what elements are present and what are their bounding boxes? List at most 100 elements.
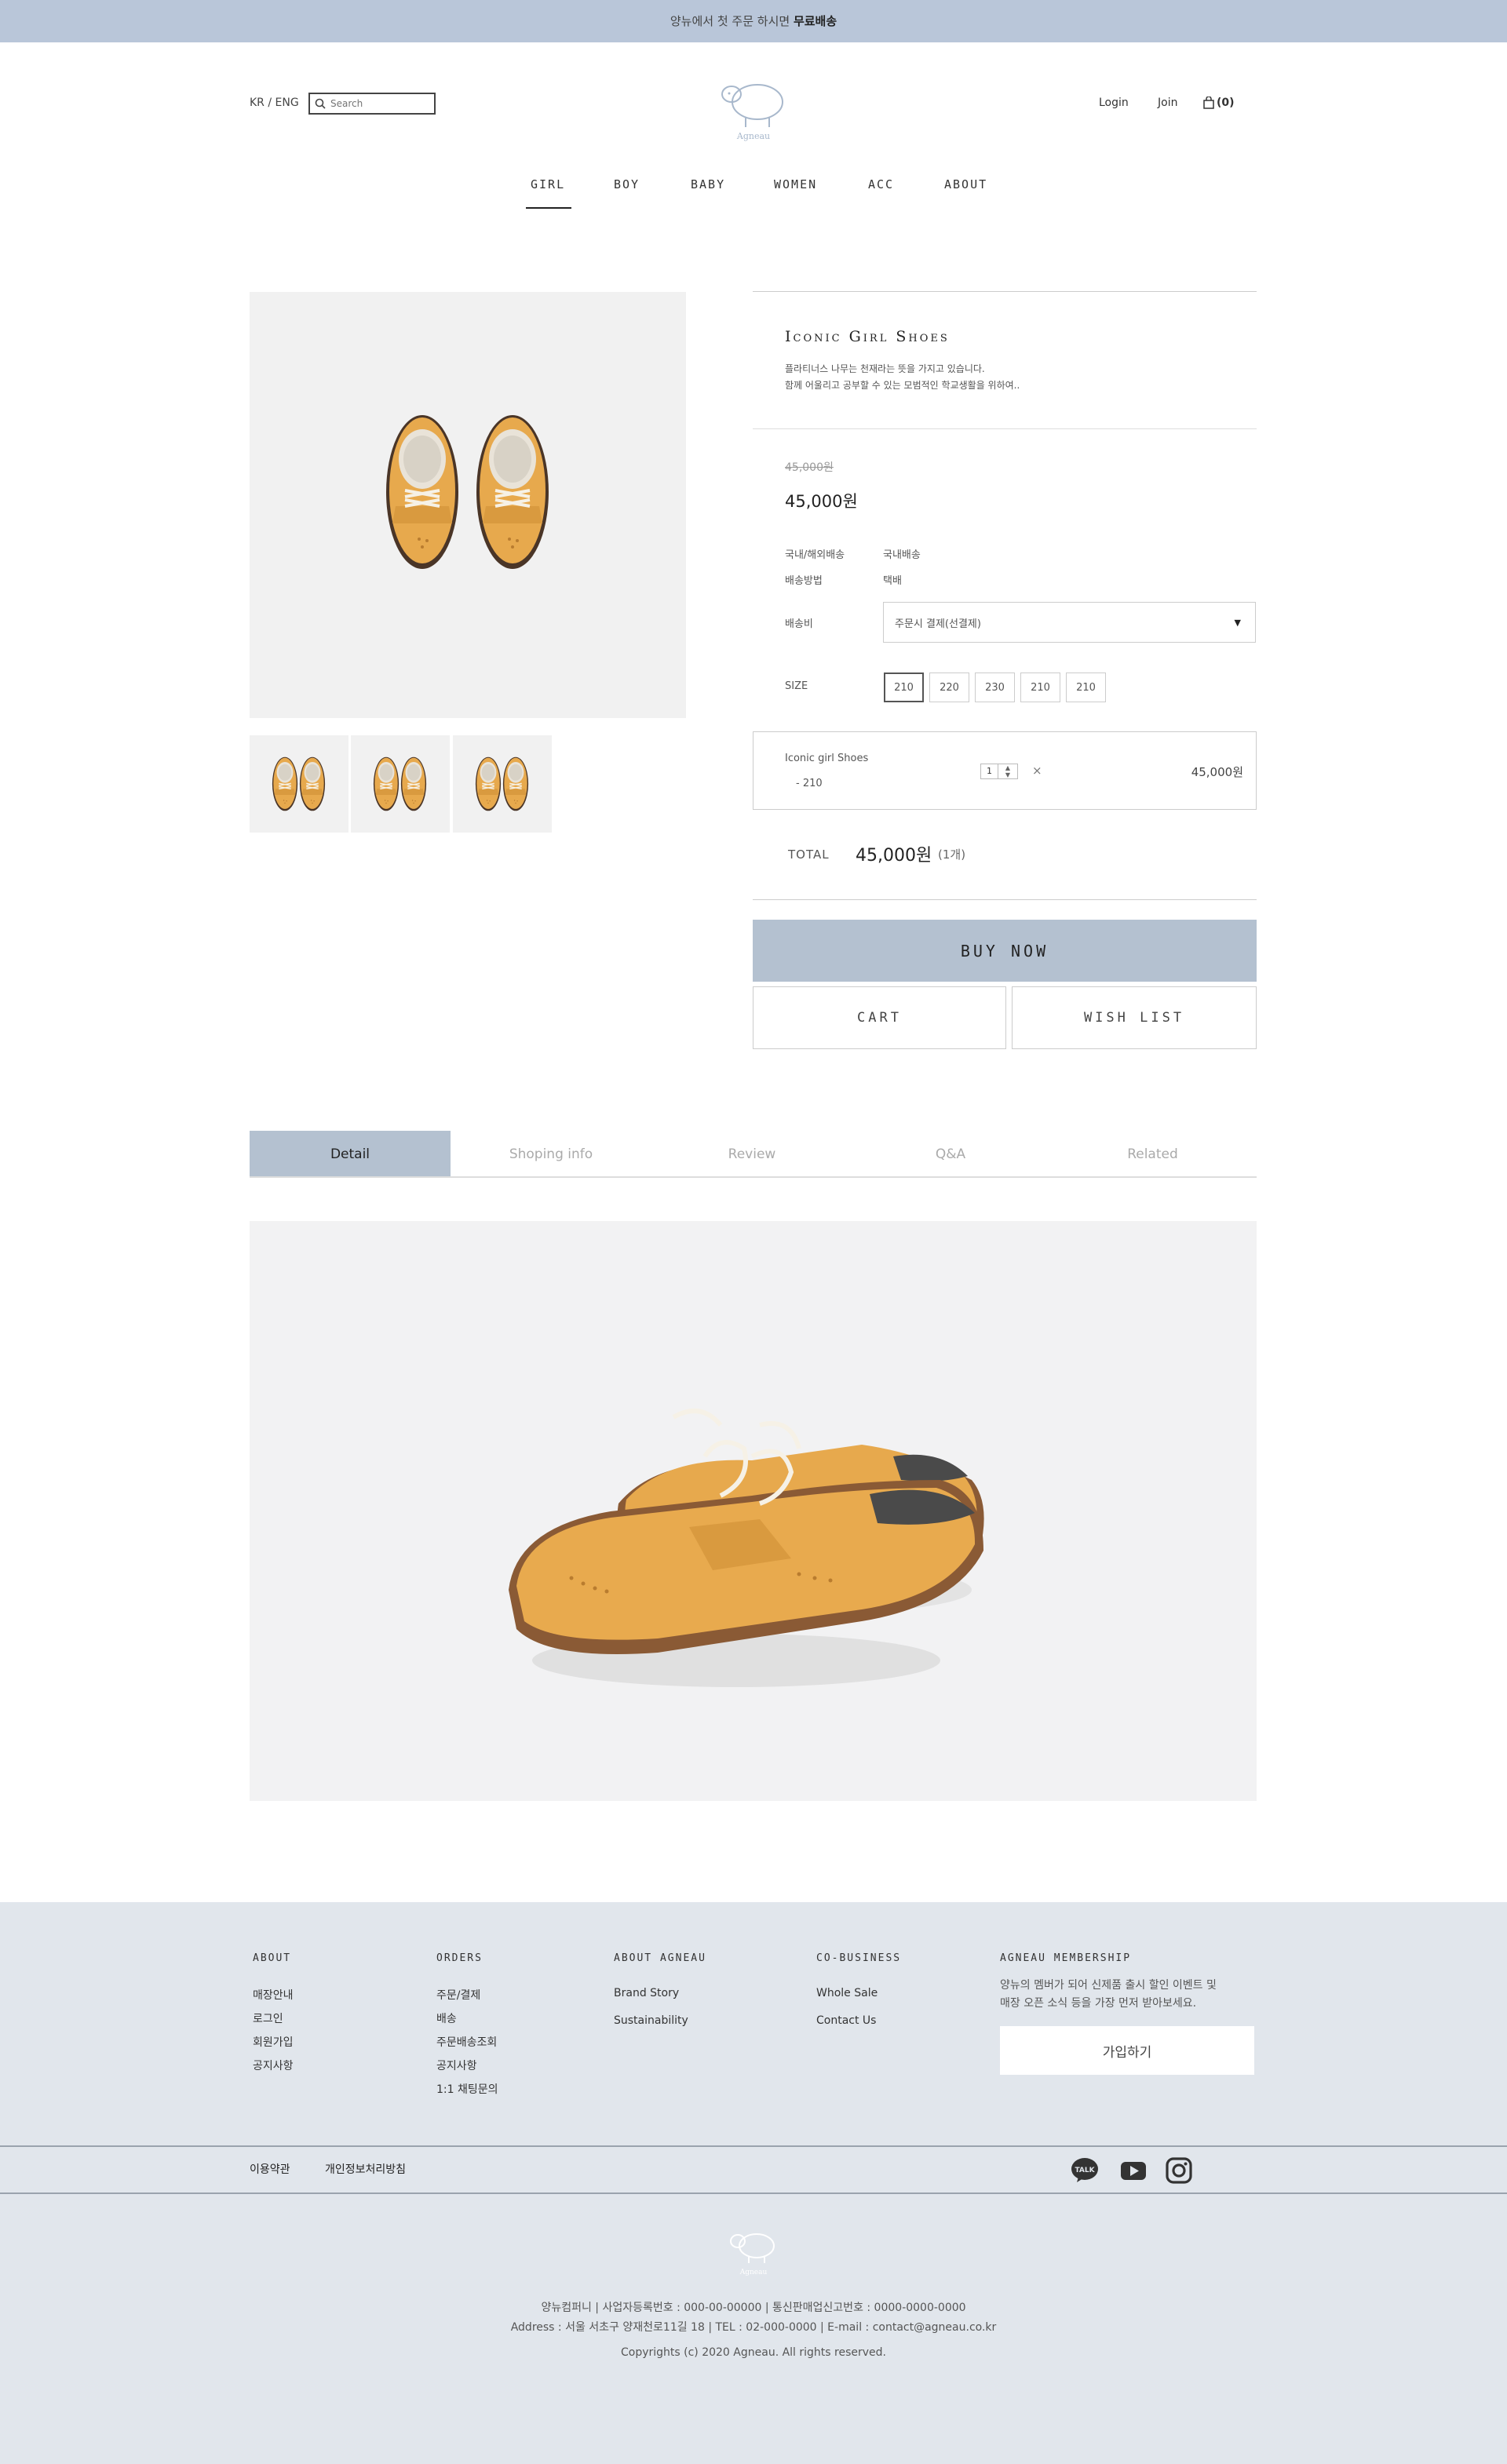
- total-count: (1개): [938, 847, 966, 862]
- original-price: 45,000원: [785, 461, 834, 474]
- footer-link[interactable]: 배송: [436, 2010, 457, 2026]
- shoe-pair-image: [385, 414, 550, 570]
- shipping-method-value: 택배: [883, 575, 902, 587]
- instagram-icon[interactable]: [1165, 2156, 1193, 2185]
- product-thumbnail[interactable]: [250, 735, 348, 833]
- sheep-logo-icon: Agneau: [730, 2233, 775, 2276]
- nav-girl[interactable]: GIRL: [525, 177, 572, 209]
- search-box[interactable]: [308, 93, 436, 115]
- language-switch[interactable]: KR / ENG: [250, 97, 299, 109]
- footer-link[interactable]: Contact Us: [816, 2014, 876, 2027]
- description-line: 플라티너스 나무는 천재라는 뜻을 가지고 있습니다.: [785, 363, 985, 374]
- nav-boy[interactable]: BOY: [614, 177, 640, 191]
- size-option[interactable]: 210: [1066, 672, 1106, 702]
- remove-option-button[interactable]: ×: [1032, 764, 1042, 778]
- tab-shopping-info[interactable]: Shoping info: [451, 1131, 651, 1176]
- company-info: 양뉴컴퍼니 | 사업자등록번호 : 000-00-00000 | 통신판매업신고…: [541, 2302, 966, 2314]
- description-line: 양뉴의 멤버가 되어 신제품 출시 할인 이벤트 및: [1000, 1979, 1217, 1992]
- wish-list-button[interactable]: WISH LIST: [1012, 986, 1257, 1049]
- increment-icon[interactable]: ▲: [998, 764, 1017, 771]
- tab-qna[interactable]: Q&A: [852, 1131, 1049, 1176]
- svg-text:Agneau: Agneau: [736, 131, 770, 141]
- search-input[interactable]: [330, 98, 432, 109]
- tab-related[interactable]: Related: [1049, 1131, 1257, 1176]
- cart-count: (0): [1217, 97, 1235, 109]
- quantity-value[interactable]: 1: [981, 764, 998, 778]
- footer-link[interactable]: 주문/결제: [436, 1987, 480, 2003]
- footer-link[interactable]: 주문배송조회: [436, 2034, 497, 2050]
- description-line: 함께 어울리고 공부할 수 있는 모범적인 학교생활을 위하여..: [785, 380, 1020, 391]
- terms-link[interactable]: 이용약관: [250, 2161, 290, 2177]
- buy-now-button[interactable]: BUY NOW: [753, 920, 1257, 982]
- product-tabs: Detail Shoping info Review Q&A Related: [250, 1131, 1257, 1178]
- size-option[interactable]: 210: [884, 672, 924, 702]
- size-option[interactable]: 210: [1020, 672, 1060, 702]
- shipping-fee-label: 배송비: [785, 618, 813, 630]
- divider: [0, 2192, 1507, 2194]
- quantity-stepper[interactable]: 1 ▲ ▼: [980, 764, 1018, 779]
- size-label: SIZE: [785, 680, 808, 692]
- login-link[interactable]: Login: [1099, 97, 1129, 109]
- footer-link[interactable]: 매장안내: [253, 1987, 294, 2003]
- nav-about[interactable]: ABOUT: [944, 177, 987, 191]
- triangle-down-icon: ▼: [1234, 617, 1241, 628]
- svg-text:Agneau: Agneau: [739, 2269, 768, 2276]
- footer-link[interactable]: 공지사항: [436, 2058, 477, 2073]
- option-name: Iconic girl Shoes: [785, 753, 869, 764]
- divider: [753, 428, 1257, 429]
- option-price: 45,000원: [1191, 765, 1243, 779]
- footer-link[interactable]: 공지사항: [253, 2058, 294, 2073]
- footer-link[interactable]: Sustainability: [614, 2014, 688, 2027]
- nav-acc[interactable]: ACC: [868, 177, 894, 191]
- divider: [753, 291, 1257, 292]
- youtube-icon[interactable]: [1119, 2156, 1148, 2185]
- product-detail-image: [250, 1221, 1257, 1801]
- product-main-image[interactable]: [250, 292, 686, 718]
- size-option[interactable]: 230: [975, 672, 1015, 702]
- privacy-link[interactable]: 개인정보처리방침: [325, 2161, 406, 2177]
- product-description: 플라티너스 나무는 천재라는 뜻을 가지고 있습니다. 함께 어울리고 공부할 …: [785, 361, 1020, 394]
- footer-co-business-title: CO-BUSINESS: [816, 1952, 902, 1964]
- product-thumbnail[interactable]: [453, 735, 552, 833]
- nav-baby[interactable]: BABY: [691, 177, 725, 191]
- product-thumbnail[interactable]: [351, 735, 450, 833]
- membership-join-button[interactable]: 가입하기: [1000, 2026, 1254, 2075]
- cart-link[interactable]: (0): [1203, 97, 1235, 109]
- svg-text:TALK: TALK: [1075, 2167, 1095, 2174]
- nav-women[interactable]: WOMEN: [774, 177, 817, 191]
- sale-price: 45,000원: [785, 492, 858, 511]
- shipping-method-label: 배송방법: [785, 575, 823, 587]
- footer-link[interactable]: 로그인: [253, 2010, 283, 2026]
- divider: [0, 2145, 1507, 2147]
- footer-about-title: ABOUT: [253, 1952, 292, 1964]
- size-option[interactable]: 220: [929, 672, 969, 702]
- footer-link[interactable]: 회원가입: [253, 2034, 294, 2050]
- footer-logo: Agneau: [724, 2222, 783, 2279]
- brand-logo[interactable]: Agneau: [714, 64, 793, 143]
- description-line: 매장 오픈 소식 등을 가장 먼저 받아보세요.: [1000, 1997, 1197, 2010]
- footer-link[interactable]: Whole Sale: [816, 1987, 878, 1999]
- decrement-icon[interactable]: ▼: [998, 771, 1017, 778]
- company-address: Address : 서울 서초구 양재천로11길 18 | TEL : 02-0…: [510, 2321, 997, 2334]
- copyright: Copyrights (c) 2020 Agneau. All rights r…: [620, 2346, 886, 2359]
- shopping-bag-icon: [1203, 97, 1214, 109]
- footer: [0, 1902, 1507, 2464]
- tab-review[interactable]: Review: [651, 1131, 852, 1176]
- join-link[interactable]: Join: [1158, 97, 1177, 109]
- add-to-cart-button[interactable]: CART: [753, 986, 1006, 1049]
- footer-orders-title: ORDERS: [436, 1952, 483, 1964]
- promo-text: 양뉴에서 첫 주문 하시면: [670, 14, 794, 28]
- selected-option: Iconic girl Shoes - 210 1 ▲ ▼ × 45,000원: [753, 731, 1257, 810]
- kakao-talk-icon[interactable]: TALK: [1071, 2156, 1099, 2185]
- footer-link[interactable]: Brand Story: [614, 1987, 679, 1999]
- footer-about-agneau-title: ABOUT AGNEAU: [614, 1952, 706, 1964]
- divider: [753, 899, 1257, 900]
- sheep-logo-icon: Agneau: [721, 84, 783, 141]
- tab-detail[interactable]: Detail: [250, 1131, 451, 1176]
- shoe-side-image: [509, 1409, 984, 1687]
- footer-link[interactable]: 1:1 채팅문의: [436, 2081, 498, 2097]
- option-size: - 210: [796, 778, 823, 789]
- shipping-type-value: 국내배송: [883, 549, 921, 561]
- shipping-fee-select[interactable]: 주문시 결제(선결제) ▼: [883, 602, 1256, 643]
- footer-membership-title: AGNEAU MEMBERSHIP: [1000, 1952, 1132, 1964]
